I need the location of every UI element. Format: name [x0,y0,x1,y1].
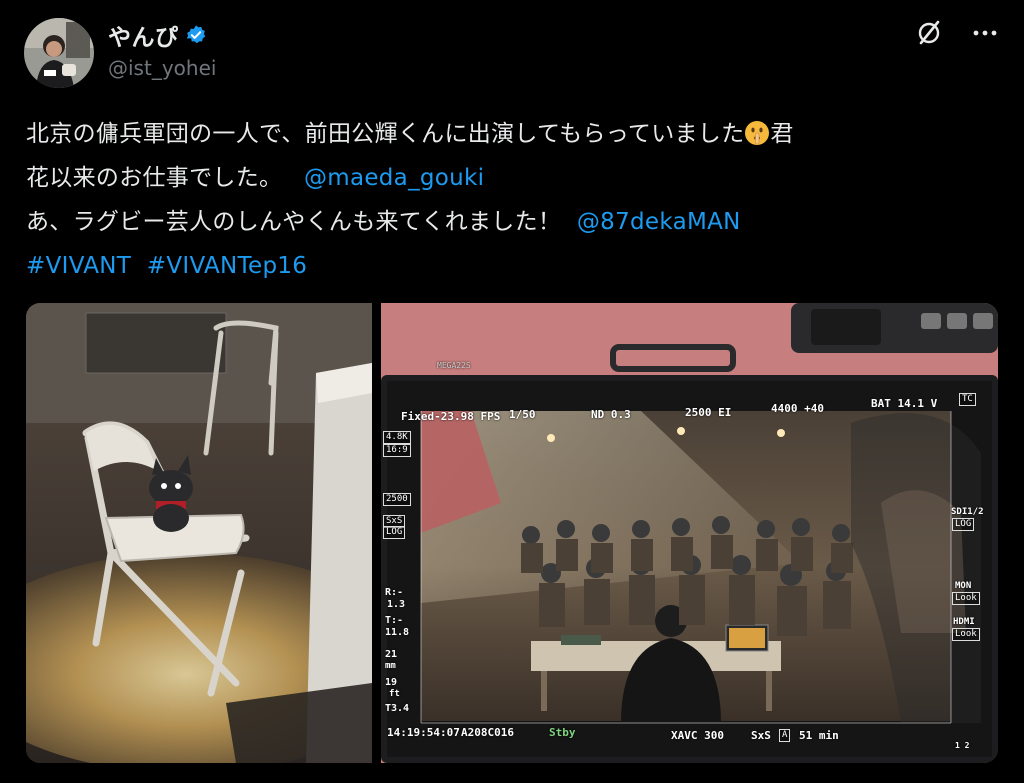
tweet-text-segment: 君 [770,121,794,147]
osd-slot: A [779,729,791,742]
osd-distance-unit: ft [389,689,400,699]
osd-res: 4.8K [383,431,411,444]
tweet-photo-2[interactable]: MEGA22S Fixed-23.98 FPS 1/50 ND 0.3 2500… [381,303,998,763]
osd-aperture: T3.4 [385,703,410,714]
osd-gamma: LOG [383,526,406,539]
user-name-row: やんぴ [108,18,207,52]
osd-status: Stby [549,726,576,739]
osd-hdmi: HDMI [953,617,975,627]
osd-distance: 19 [385,677,398,688]
osd-tc: TC [959,393,976,406]
more-dots-icon[interactable] [970,18,1000,48]
osd-mon-mode: Look [952,592,980,605]
osd-left-iso: 2500 [383,493,411,506]
verified-badge-icon[interactable] [185,24,207,46]
osd-sdi: SDI1/2 [951,507,984,517]
tweet-line-4: #VIVANT #VIVANTep16 [26,244,1001,288]
osd-t-label: T:- [385,615,404,626]
osd-focal: 21 [385,649,398,660]
monitor-model-label: MEGA22S [437,361,471,370]
osd-wb: 4400 +40 [771,402,824,415]
tweet-text-segment: 北京の傭兵軍団の一人で、前田公輝くんに出演してもらっていました [26,121,745,147]
osd-sdi-mode: LOG [952,518,975,531]
shushing-face-emoji-icon [744,117,770,145]
osd-focal-unit: mm [385,661,396,671]
osd-shutter: 1/50 [509,408,536,421]
tweet-line-1: 北京の傭兵軍団の一人で、前田公輝くんに出演してもらっていました君 [26,112,1001,156]
osd-clip: A208C016 [461,726,514,739]
user-handle[interactable]: @ist_yohei [108,56,216,80]
osd-nd: ND 0.3 [591,408,631,421]
osd-t-value: 11.8 [385,627,410,638]
monitor-photo-image [381,303,998,763]
osd-codec: XAVC 300 [671,729,724,742]
osd-timecode: 14:19:54:07 [387,726,460,739]
tweet-text: 北京の傭兵軍団の一人で、前田公輝くんに出演してもらっていました君 花以来のお仕事… [26,112,1001,288]
osd-hdmi-mode: Look [952,628,980,641]
slash-circle-icon[interactable] [914,18,944,48]
tweet-text-segment: 花以来のお仕事でした。 [26,165,283,191]
mention-link[interactable]: @maeda_gouki [304,165,484,191]
tweet-line-2: 花以来のお仕事でした。 @maeda_gouki [26,156,1001,200]
tweet-photo-1[interactable] [26,303,372,763]
osd-remaining: 51 min [799,729,839,742]
display-name[interactable]: やんぴ [108,18,179,52]
tweet-text-segment: あ、ラグビー芸人のしんやくんも来てくれました！ [26,209,562,235]
osd-r-label: R:- [385,587,404,598]
osd-r-value: 1.3 [387,599,406,610]
osd-fps: Fixed-23.98 FPS [401,410,501,423]
osd-aspect: 16:9 [383,444,411,457]
avatar[interactable] [24,18,94,88]
tweet-line-3: あ、ラグビー芸人のしんやくんも来てくれました！ @87dekaMAN [26,200,1001,244]
hashtag-link[interactable]: #VIVANT [26,253,131,279]
chair-photo-image [26,303,372,763]
tweet-actions [914,18,1000,48]
hashtag-link[interactable]: #VIVANTep16 [147,253,307,279]
osd-channels: 1 2 [955,741,970,750]
osd-battery: BAT 14.1 V [871,397,938,410]
osd-card: SxS [751,729,771,742]
osd-mon: MON [955,581,972,591]
mention-link[interactable]: @87dekaMAN [577,209,741,235]
avatar-photo [24,18,94,88]
osd-iso: 2500 EI [685,406,732,419]
